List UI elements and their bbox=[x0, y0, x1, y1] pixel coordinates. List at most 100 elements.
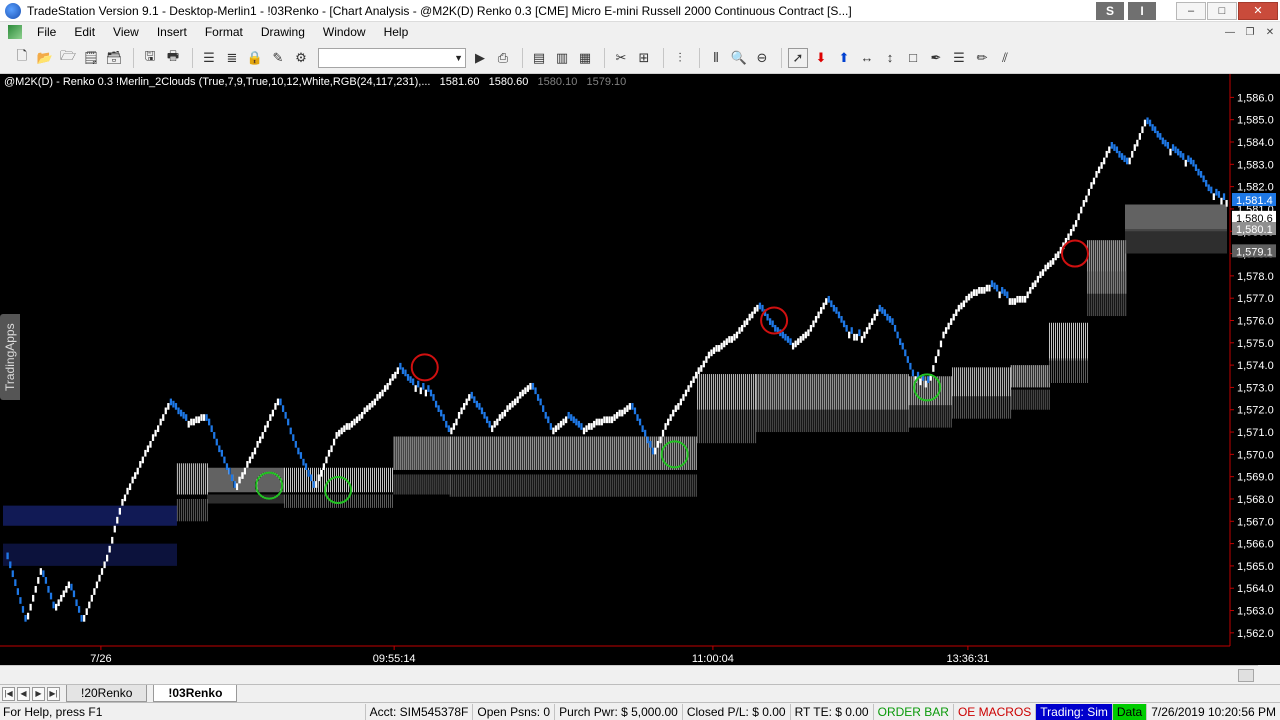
grid-icon[interactable]: ▦ bbox=[575, 48, 595, 68]
horizontal-scrollbar[interactable] bbox=[0, 665, 1258, 684]
renko-brick bbox=[414, 385, 417, 392]
scrollbar-thumb[interactable] bbox=[1238, 669, 1254, 682]
price-axis-label: 1,576.0 bbox=[1237, 315, 1274, 327]
renko-brick bbox=[858, 329, 861, 337]
renko-brick bbox=[128, 483, 132, 491]
s-badge-button[interactable]: S bbox=[1096, 1, 1124, 20]
renko-brick bbox=[297, 447, 300, 455]
horizontal-arrows-icon[interactable]: ↔ bbox=[857, 48, 877, 68]
down-arrow-icon[interactable]: ⬇ bbox=[811, 48, 831, 68]
renko-brick bbox=[774, 324, 777, 332]
first-tab-icon[interactable]: |◀ bbox=[2, 686, 15, 701]
format-icon[interactable]: ☰ bbox=[199, 48, 219, 68]
menu-format[interactable]: Format bbox=[196, 25, 252, 39]
data-window-icon[interactable]: ⊞ bbox=[634, 48, 654, 68]
menu-edit[interactable]: Edit bbox=[65, 25, 104, 39]
rectangle-icon[interactable]: □ bbox=[903, 48, 923, 68]
pen-icon[interactable]: ✒ bbox=[926, 48, 946, 68]
renko-brick bbox=[9, 561, 12, 569]
renko-brick bbox=[1174, 146, 1177, 154]
chevron-down-icon[interactable]: ▼ bbox=[454, 49, 463, 67]
close-button[interactable]: ✕ bbox=[1238, 1, 1278, 20]
last-tab-icon[interactable]: ▶| bbox=[47, 686, 60, 701]
renko-brick bbox=[274, 403, 277, 410]
renko-brick bbox=[891, 318, 894, 325]
tab-03renko[interactable]: !03Renko bbox=[153, 685, 238, 702]
scissors-icon[interactable]: ✂ bbox=[611, 48, 631, 68]
renko-brick bbox=[636, 414, 639, 421]
open-workspace-icon[interactable]: 🗁 bbox=[58, 48, 78, 68]
chart-analysis-window[interactable]: 1,562.0 1,563.0 1,564.0 1,565.0 1,566.0 1,567… bbox=[0, 74, 1280, 684]
menu-help[interactable]: Help bbox=[375, 25, 418, 39]
save-icon[interactable]: 🖫 bbox=[140, 48, 160, 68]
open-folder-icon[interactable]: 📂 bbox=[35, 48, 55, 68]
gear-icon[interactable]: ⚙ bbox=[291, 48, 311, 68]
insert-strategy-icon[interactable]: ▥ bbox=[552, 48, 572, 68]
renko-brick bbox=[567, 411, 570, 419]
renko-brick bbox=[529, 382, 532, 390]
renko-brick bbox=[1087, 188, 1090, 196]
format-symbol-icon[interactable]: ≣ bbox=[222, 48, 242, 68]
menu-insert[interactable]: Insert bbox=[148, 25, 196, 39]
pencil-icon[interactable]: ✏ bbox=[972, 48, 992, 68]
tradestation-logo-icon bbox=[5, 2, 21, 19]
renko-chart[interactable]: 1,562.0 1,563.0 1,564.0 1,565.0 1,566.0 1,567… bbox=[0, 74, 1280, 665]
pointer-icon[interactable]: ➚ bbox=[788, 47, 808, 68]
menu-window[interactable]: Window bbox=[314, 25, 375, 39]
renko-brick bbox=[720, 342, 723, 350]
prev-tab-icon[interactable]: ◀ bbox=[17, 686, 30, 701]
minimize-button[interactable]: – bbox=[1176, 1, 1206, 20]
workspace-icon[interactable]: 🗃 bbox=[104, 48, 124, 68]
parallel-lines-icon[interactable]: ⫽ bbox=[995, 48, 1015, 68]
new-icon[interactable]: 🗋 bbox=[12, 48, 32, 68]
symbol-input[interactable]: ▼ bbox=[318, 47, 466, 68]
price-axis-label: 1,567.0 bbox=[1237, 516, 1274, 528]
vertical-arrows-icon[interactable]: ↕ bbox=[880, 48, 900, 68]
lines-icon[interactable]: ☰ bbox=[949, 48, 969, 68]
lock-icon[interactable]: 🔒 bbox=[245, 48, 265, 68]
insert-analysis-icon[interactable]: ▤ bbox=[529, 48, 549, 68]
bar-type-icon[interactable]: ⫶ bbox=[670, 48, 690, 68]
chart-document-icon[interactable] bbox=[8, 25, 22, 39]
renko-brick bbox=[845, 324, 848, 332]
renko-brick bbox=[266, 420, 269, 428]
renko-brick bbox=[136, 467, 139, 475]
tradingapps-side-tab[interactable]: TradingApps bbox=[0, 314, 20, 400]
tab-20renko[interactable]: !20Renko bbox=[66, 685, 148, 702]
menu-file[interactable]: File bbox=[28, 25, 65, 39]
renko-brick bbox=[664, 423, 667, 430]
price-axis-label: 1,577.0 bbox=[1237, 293, 1274, 305]
renko-brick bbox=[187, 420, 190, 428]
draw-tools-icon[interactable]: ✎ bbox=[268, 48, 288, 68]
i-badge-button[interactable]: I bbox=[1128, 1, 1156, 20]
mdi-minimize-icon[interactable]: — bbox=[1220, 24, 1240, 40]
menu-view[interactable]: View bbox=[104, 25, 148, 39]
zoom-in-icon[interactable]: 🔍 bbox=[729, 48, 749, 68]
renko-brick bbox=[962, 300, 966, 308]
search-chart-icon[interactable]: ⎙ bbox=[493, 48, 513, 68]
print-icon[interactable]: 🖶 bbox=[163, 48, 183, 68]
renko-brick bbox=[1128, 157, 1131, 165]
renko-brick bbox=[539, 398, 542, 406]
renko-brick bbox=[707, 351, 711, 359]
next-tab-icon[interactable]: ▶ bbox=[32, 686, 45, 701]
up-arrow-icon[interactable]: ⬆ bbox=[834, 48, 854, 68]
renko-brick bbox=[603, 416, 606, 424]
mdi-close-icon[interactable]: ✕ bbox=[1260, 24, 1280, 40]
renko-brick bbox=[1090, 182, 1093, 189]
maximize-button[interactable]: □ bbox=[1207, 1, 1237, 20]
renko-brick bbox=[1008, 298, 1011, 305]
renko-brick bbox=[616, 411, 619, 419]
oe-macros-status[interactable]: OE MACROS bbox=[952, 703, 1035, 720]
renko-brick bbox=[399, 362, 402, 370]
new-window-icon[interactable]: 🗒 bbox=[81, 48, 101, 68]
renko-brick bbox=[440, 409, 443, 417]
renko-brick bbox=[391, 374, 394, 381]
candle-icon[interactable]: ⫴ bbox=[706, 48, 726, 68]
price-axis-label: 1,568.0 bbox=[1237, 494, 1274, 506]
menu-drawing[interactable]: Drawing bbox=[252, 25, 314, 39]
order-bar-status[interactable]: ORDER BAR bbox=[872, 703, 953, 720]
mdi-restore-icon[interactable]: ❐ bbox=[1240, 24, 1260, 40]
zoom-out-icon[interactable]: ⊖ bbox=[752, 48, 772, 68]
play-arrow-icon[interactable]: ▶ bbox=[470, 48, 490, 68]
